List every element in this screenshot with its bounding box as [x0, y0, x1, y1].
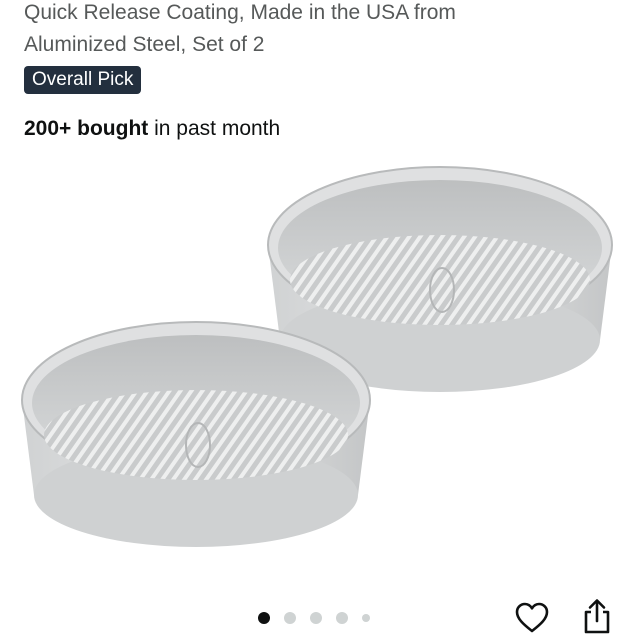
carousel-dot-3[interactable] — [310, 612, 322, 624]
carousel-dot-2[interactable] — [284, 612, 296, 624]
image-carousel-dots[interactable] — [258, 612, 370, 624]
share-icon[interactable] — [580, 598, 614, 636]
bought-count: 200+ bought — [24, 117, 149, 140]
bought-in-past-month: 200+ bought in past month — [24, 115, 280, 143]
product-image[interactable] — [10, 160, 630, 570]
carousel-dot-1[interactable] — [258, 612, 270, 624]
carousel-dot-5[interactable] — [362, 614, 370, 622]
bought-suffix: in past month — [148, 117, 281, 140]
front-cake-pan — [21, 321, 371, 547]
heart-icon[interactable] — [514, 600, 550, 636]
overall-pick-badge[interactable]: Overall Pick — [24, 66, 142, 94]
carousel-dot-4[interactable] — [336, 612, 348, 624]
product-title-line-1: Quick Release Coating, Made in the USA f… — [24, 1, 456, 24]
product-detail-page: Quick Release Coating, Made in the USA f… — [0, 0, 640, 640]
product-title-line-2: Aluminized Steel, Set of 2 — [24, 33, 265, 56]
